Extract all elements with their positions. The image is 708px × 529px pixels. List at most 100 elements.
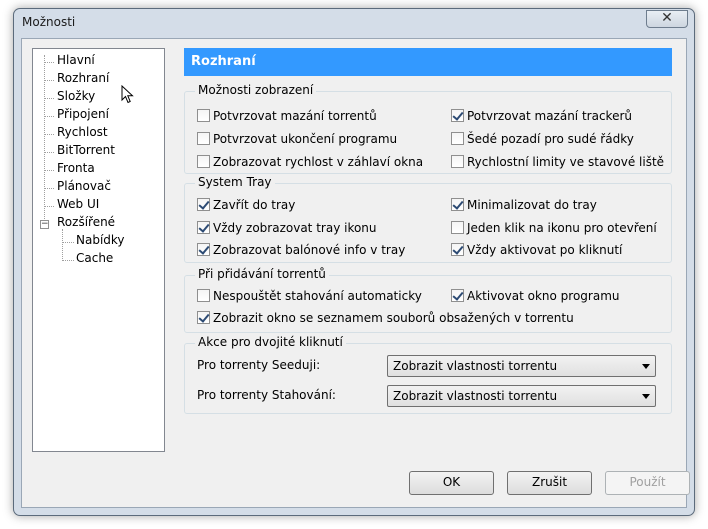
confirm-delete-trackers-checkbox[interactable]: Potvrzovat mazání trackerů <box>451 109 632 123</box>
checkbox-checked-icon <box>451 289 464 302</box>
title-bar: Možnosti ✕ <box>14 9 694 37</box>
checkbox-checked-icon <box>197 311 210 324</box>
checkbox-label: Zobrazovat rychlost v záhlaví okna <box>213 155 424 169</box>
close-to-tray-checkbox[interactable]: Zavřít do tray <box>197 198 295 212</box>
checkbox-icon <box>451 132 464 145</box>
close-button[interactable]: ✕ <box>646 10 688 28</box>
tree-connector-line <box>44 170 54 171</box>
tree-connector-line <box>62 242 74 243</box>
group-title: Akce pro dvojité kliknutí <box>195 335 346 349</box>
checkbox-icon <box>197 109 210 122</box>
checkbox-checked-icon <box>197 243 210 256</box>
tree-item-planovac[interactable]: Plánovač <box>57 179 111 193</box>
tree-item-rozhrani[interactable]: Rozhraní <box>57 71 109 85</box>
tree-connector-line <box>62 229 63 259</box>
downloading-action-select[interactable]: Zobrazit vlastnosti torrentu <box>387 385 656 407</box>
checkbox-icon <box>197 132 210 145</box>
select-value: Zobrazit vlastnosti torrentu <box>393 359 558 373</box>
section-title: Rozhraní <box>191 54 256 69</box>
tree-connector-line <box>44 134 54 135</box>
always-activate-checkbox[interactable]: Vždy aktivovat po kliknutí <box>451 243 622 257</box>
activate-window-checkbox[interactable]: Aktivovat okno programu <box>451 289 620 303</box>
speed-in-title-checkbox[interactable]: Zobrazovat rychlost v záhlaví okna <box>197 155 423 169</box>
checkbox-checked-icon <box>451 243 464 256</box>
tree-item-slozky[interactable]: Složky <box>57 89 95 103</box>
checkbox-label: Zavřít do tray <box>213 198 296 212</box>
tree-item-cache[interactable]: Cache <box>76 251 113 265</box>
show-file-list-checkbox[interactable]: Zobrazit okno se seznamem souborů obsaže… <box>197 311 574 325</box>
tree-item-bittorrent[interactable]: BitTorrent <box>57 143 115 157</box>
checkbox-label: Vždy aktivovat po kliknutí <box>467 243 623 257</box>
tree-item-rychlost[interactable]: Rychlost <box>57 125 108 139</box>
checkbox-label: Vždy zobrazovat tray ikonu <box>213 221 377 235</box>
tree-item-web-ui[interactable]: Web UI <box>57 197 99 211</box>
tree-connector-line <box>44 80 54 81</box>
category-tree[interactable]: Hlavní Rozhraní Složky Připojení Rychlos… <box>32 48 165 452</box>
checkbox-label: Potvrzovat ukončení programu <box>213 132 398 146</box>
checkbox-label: Zobrazovat balónové info v tray <box>213 243 406 257</box>
alternate-row-colors-checkbox[interactable]: Šedé pozadí pro sudé řádky <box>451 132 634 146</box>
checkbox-label: Potvrzovat mazání torrentů <box>213 109 377 123</box>
single-click-tray-checkbox[interactable]: Jeden klik na ikonu pro otevření <box>451 221 657 235</box>
select-value: Zobrazit vlastnosti torrentu <box>393 389 558 403</box>
checkbox-label: Zobrazit okno se seznamem souborů obsaže… <box>213 311 574 325</box>
section-header: Rozhraní <box>184 48 672 76</box>
display-options-group: Možnosti zobrazení Potvrzovat mazání tor… <box>184 83 672 174</box>
tree-item-nabidky[interactable]: Nabídky <box>76 233 125 247</box>
minimize-to-tray-checkbox[interactable]: Minimalizovat do tray <box>451 198 597 212</box>
dont-start-download-checkbox[interactable]: Nespouštět stahování automaticky <box>197 289 422 303</box>
tree-item-rozsirene[interactable]: Rozšířené <box>57 215 115 229</box>
cancel-button[interactable]: Zrušit <box>507 471 592 495</box>
checkbox-label: Šedé pozadí pro sudé řádky <box>467 132 634 146</box>
ok-button[interactable]: OK <box>409 471 494 495</box>
seeding-label: Pro torrenty Seeduji: <box>197 358 321 372</box>
tree-item-fronta[interactable]: Fronta <box>57 161 95 175</box>
tree-connector-line <box>44 152 54 153</box>
group-title: Možnosti zobrazení <box>195 83 317 97</box>
checkbox-icon <box>197 155 210 168</box>
checkbox-checked-icon <box>451 198 464 211</box>
dialog-client-area: Hlavní Rozhraní Složky Připojení Rychlos… <box>21 38 690 508</box>
dropdown-arrow-icon <box>642 394 650 399</box>
tree-item-pripojeni[interactable]: Připojení <box>57 107 109 121</box>
mouse-cursor-icon <box>121 85 134 104</box>
checkbox-label: Minimalizovat do tray <box>467 198 597 212</box>
checkbox-checked-icon <box>197 198 210 211</box>
apply-button[interactable]: Použít <box>605 471 690 495</box>
dropdown-arrow-icon <box>642 364 650 369</box>
checkbox-label: Potvrzovat mazání trackerů <box>467 109 632 123</box>
checkbox-label: Jeden klik na ikonu pro otevření <box>467 221 657 235</box>
checkbox-icon <box>197 289 210 302</box>
balloon-info-checkbox[interactable]: Zobrazovat balónové info v tray <box>197 243 405 257</box>
group-title: System Tray <box>195 175 275 189</box>
tree-connector-line <box>44 98 54 99</box>
always-show-tray-icon-checkbox[interactable]: Vždy zobrazovat tray ikonu <box>197 221 377 235</box>
collapse-icon: − <box>41 219 49 229</box>
checkbox-icon <box>451 221 464 234</box>
checkbox-label: Aktivovat okno programu <box>467 289 620 303</box>
speed-limits-statusbar-checkbox[interactable]: Rychlostní limity ve stavové liště <box>451 155 664 169</box>
tree-connector-line <box>44 206 54 207</box>
window-title: Možnosti <box>22 15 76 29</box>
tree-connector-line <box>44 116 54 117</box>
double-click-actions-group: Akce pro dvojité kliknutí Pro torrenty S… <box>184 335 672 414</box>
tree-item-hlavni[interactable]: Hlavní <box>57 53 95 67</box>
system-tray-group: System Tray Zavřít do tray Minimalizovat… <box>184 175 672 263</box>
confirm-exit-checkbox[interactable]: Potvrzovat ukončení programu <box>197 132 397 146</box>
group-title: Při přidávání torrentů <box>195 267 329 281</box>
tree-connector-line <box>44 188 54 189</box>
close-icon: ✕ <box>661 10 673 26</box>
checkbox-checked-icon <box>197 221 210 234</box>
options-dialog: Možnosti ✕ Hlavní Rozhraní Složky Připoj… <box>13 8 695 516</box>
checkbox-label: Rychlostní limity ve stavové liště <box>467 155 665 169</box>
checkbox-label: Nespouštět stahování automaticky <box>213 289 422 303</box>
checkbox-checked-icon <box>451 109 464 122</box>
seeding-action-select[interactable]: Zobrazit vlastnosti torrentu <box>387 355 656 377</box>
confirm-delete-torrents-checkbox[interactable]: Potvrzovat mazání torrentů <box>197 109 377 123</box>
downloading-label: Pro torrenty Stahování: <box>197 388 336 402</box>
checkbox-icon <box>451 155 464 168</box>
tree-expander-icon[interactable]: − <box>40 220 49 229</box>
tree-connector-line <box>62 260 74 261</box>
adding-torrents-group: Při přidávání torrentů Nespouštět stahov… <box>184 267 672 333</box>
tree-connector-line <box>44 62 54 63</box>
